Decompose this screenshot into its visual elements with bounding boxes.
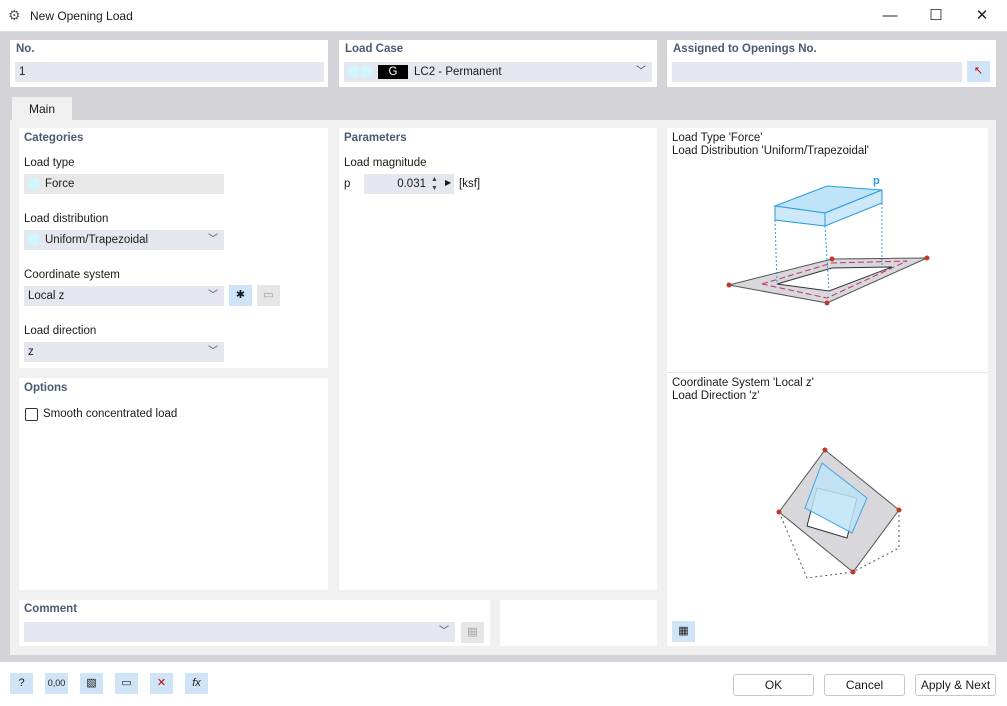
load-type-field: Force [24,174,224,194]
display-options-icon: ▦ [678,625,688,637]
color-swatch [28,234,39,245]
chevron-down-icon: ﹀ [439,622,449,642]
monitor-icon: ▭ [121,677,131,689]
tab-main[interactable]: Main [12,97,72,121]
caption-coordinate-system: Coordinate System 'Local z' [672,377,814,389]
pick-opening-button[interactable]: ↖ [967,61,990,82]
new-coordinate-system-icon: ✱ [236,289,245,301]
cancel-button[interactable]: Cancel [824,674,905,696]
library-icon: ▤ [467,626,477,638]
help-icon: ? [18,677,24,689]
ok-button[interactable]: OK [733,674,814,696]
color-swatch [348,66,359,77]
comment-panel: Comment ﹀ ▤ [19,600,490,646]
load-case-panel: Load Case G LC2 - Permanent ﹀ [339,40,657,87]
preview-options-button[interactable]: ▦ [672,621,695,642]
minimize-button[interactable]: — [870,4,910,28]
empty-panel [500,600,657,646]
chevron-down-icon: ﹀ [636,62,646,82]
p-symbol: p [344,178,350,190]
load-distribution-select[interactable]: Uniform/Trapezoidal ﹀ [24,230,224,250]
load-case-badge: G [378,65,408,79]
chevron-down-icon: ﹀ [208,342,218,362]
spinner[interactable]: ▲▼ [431,175,438,193]
window-title: New Opening Load [30,9,133,23]
load-direction-label: Load direction [24,325,96,337]
options-title: Options [24,382,67,394]
coordinate-system-label: Coordinate system [24,269,120,281]
app-icon: ⚙ [8,7,21,24]
parameters-title: Parameters [344,132,407,144]
preview-panel: Load Type 'Force' Load Distribution 'Uni… [667,128,988,646]
expand-arrow-icon[interactable]: ▶ [445,178,451,187]
view-button[interactable]: ▭ [115,673,138,694]
coordinate-system-value: Local z [28,290,64,302]
close-button[interactable]: ✕ [962,4,1002,28]
assigned-label: Assigned to Openings No. [673,43,817,55]
load-case-value: LC2 - Permanent [414,66,502,78]
comment-input[interactable]: ﹀ [24,622,455,642]
title-bar: ⚙ New Opening Load — ☐ ✕ [0,0,1007,32]
load-case-label: Load Case [345,43,403,55]
load-direction-value: z [28,346,34,358]
formula-icon: fx [192,677,201,689]
display-properties-button[interactable]: ▧ [80,673,103,694]
apply-next-button[interactable]: Apply & Next [915,674,996,696]
no-input[interactable]: 1 [15,62,324,82]
comment-label: Comment [24,603,77,615]
load-case-select[interactable]: G LC2 - Permanent ﹀ [344,62,652,82]
categories-title: Categories [24,132,83,144]
caption-load-type: Load Type 'Force' [672,132,762,144]
comment-library-button[interactable]: ▤ [461,622,484,643]
select-button[interactable]: ✕ [150,673,173,694]
select-cursor-icon: ✕ [157,677,166,689]
caption-load-direction: Load Direction 'z' [672,390,760,402]
load-type-label: Load type [24,157,75,169]
smooth-load-checkbox[interactable] [25,408,38,421]
units-icon: 0,00 [48,678,66,688]
load-direction-select[interactable]: z﹀ [24,342,224,362]
no-panel: No. 1 [10,40,328,87]
display-properties-icon: ▧ [86,677,96,689]
units-button[interactable]: 0,00 [45,673,68,694]
coordinate-system-select[interactable]: Local z ﹀ [24,286,224,306]
help-button[interactable]: ? [10,673,33,694]
formula-button[interactable]: fx [185,673,208,694]
maximize-button[interactable]: ☐ [916,4,956,28]
chevron-down-icon: ﹀ [208,286,218,306]
color-swatch [28,178,39,189]
caption-load-distribution: Load Distribution 'Uniform/Trapezoidal' [672,145,869,157]
options-panel: Options Smooth concentrated load [19,378,328,590]
divider [667,372,988,373]
color-swatch [361,66,372,77]
p-label: p [873,175,880,187]
load-magnitude-input[interactable]: 0.031 [364,174,454,194]
chevron-down-icon: ﹀ [208,230,218,250]
assigned-panel: Assigned to Openings No. ↖ [667,40,996,87]
new-coordinate-system-button[interactable]: ✱ [229,285,252,306]
parameters-panel: Parameters Load magnitude p 0.031 ▲▼ ▶ [… [339,128,657,590]
edit-coordinate-system-icon: ▭ [263,289,273,301]
load-distribution-value: Uniform/Trapezoidal [45,234,148,246]
unit-label: [ksf] [459,178,480,190]
load-type-value: Force [45,178,74,190]
coordinate-diagram [767,438,907,588]
categories-panel: Categories Load type Force Load distribu… [19,128,328,368]
load-diagram: p [717,168,947,308]
load-magnitude-label: Load magnitude [344,157,426,169]
no-label: No. [16,43,35,55]
load-distribution-label: Load distribution [24,213,108,225]
assigned-input[interactable] [672,62,962,82]
smooth-load-label: Smooth concentrated load [43,408,177,420]
select-cursor-icon: ↖ [974,65,983,77]
edit-coordinate-system-button[interactable]: ▭ [257,285,280,306]
